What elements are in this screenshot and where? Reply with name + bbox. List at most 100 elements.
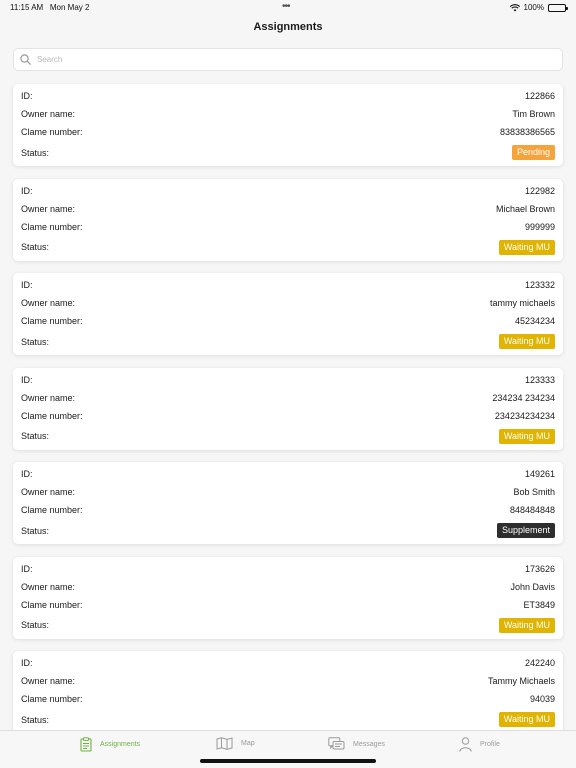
id-label: ID: bbox=[21, 185, 33, 196]
owner-row: Owner name: Tim Brown bbox=[21, 109, 555, 119]
claim-value: 234234234234 bbox=[494, 410, 555, 421]
tab-label: Messages bbox=[353, 740, 385, 748]
claim-label: Clame number: bbox=[21, 599, 83, 610]
home-indicator[interactable] bbox=[200, 759, 376, 763]
search-icon bbox=[20, 54, 31, 65]
claim-label: Clame number: bbox=[21, 505, 83, 515]
map-icon bbox=[216, 737, 233, 750]
page-title: Assignments bbox=[253, 21, 323, 33]
status-row: Status: Waiting MU bbox=[21, 334, 555, 349]
claim-value: 848484848 bbox=[509, 505, 555, 515]
claim-label: Clame number: bbox=[21, 127, 83, 137]
claim-value: 45234234 bbox=[514, 316, 555, 326]
owner-label: Owner name: bbox=[21, 298, 76, 308]
claim-value: 999999 bbox=[524, 221, 555, 232]
id-label: ID: bbox=[21, 91, 33, 101]
tab-bar: Assignments Map Messages Profile bbox=[0, 730, 576, 768]
id-value: 123332 bbox=[524, 280, 555, 290]
owner-value: John Davis bbox=[510, 581, 555, 592]
tab-profile[interactable]: Profile bbox=[459, 737, 500, 752]
id-row: ID: 122866 bbox=[21, 91, 555, 101]
owner-value: tammy michaels bbox=[489, 298, 555, 308]
status-row: Status: Waiting MU bbox=[21, 428, 555, 444]
claim-row: Clame number: 848484848 bbox=[21, 505, 555, 515]
owner-label: Owner name: bbox=[21, 487, 76, 497]
tab-label: Assignments bbox=[100, 741, 141, 748]
assignment-card[interactable]: ID: 149261 Owner name: Bob Smith Clame n… bbox=[13, 462, 563, 544]
status-time: 11:15 AM Mon May 2 bbox=[10, 3, 90, 12]
status-row: Status: Supplement bbox=[21, 523, 555, 538]
claim-row: Clame number: 999999 bbox=[21, 222, 555, 232]
tab-map[interactable]: Map bbox=[216, 737, 255, 750]
status-bar: 11:15 AM Mon May 2 ••• 100% bbox=[0, 0, 576, 16]
multitasking-dots-icon[interactable]: ••• bbox=[282, 1, 290, 12]
messages-icon bbox=[328, 737, 345, 750]
id-value: 123333 bbox=[524, 374, 555, 385]
search-bar[interactable] bbox=[13, 48, 563, 71]
id-label: ID: bbox=[21, 658, 33, 668]
claim-row: Clame number: 94039 bbox=[21, 694, 555, 704]
status-label: Status: bbox=[21, 714, 50, 725]
owner-row: Owner name: Michael Brown bbox=[21, 204, 555, 214]
owner-label: Owner name: bbox=[21, 109, 76, 119]
status-badge: Waiting MU bbox=[498, 617, 555, 633]
status-label: Status: bbox=[21, 525, 50, 536]
status-badge: Waiting MU bbox=[498, 428, 555, 444]
tab-assignments[interactable]: Assignments bbox=[80, 737, 140, 752]
search-input[interactable] bbox=[37, 55, 537, 64]
owner-row: Owner name: John Davis bbox=[21, 582, 555, 592]
tab-label: Map bbox=[241, 740, 255, 747]
clipboard-icon bbox=[80, 737, 92, 752]
assignment-card[interactable]: ID: 242240 Owner name: Tammy Michaels Cl… bbox=[13, 651, 563, 733]
status-label: Status: bbox=[21, 620, 50, 630]
assignment-card[interactable]: ID: 122982 Owner name: Michael Brown Cla… bbox=[13, 178, 563, 261]
tab-messages[interactable]: Messages bbox=[328, 737, 385, 751]
claim-label: Clame number: bbox=[21, 694, 83, 704]
id-label: ID: bbox=[21, 280, 33, 290]
status-row: Status: Pending bbox=[21, 145, 555, 160]
claim-value: 83838386565 bbox=[499, 127, 555, 137]
status-row: Status: Waiting MU bbox=[21, 617, 555, 633]
assignment-list: ID: 122866 Owner name: Tim Brown Clame n… bbox=[13, 84, 563, 746]
status-badge: Pending bbox=[511, 145, 555, 160]
claim-label: Clame number: bbox=[21, 316, 83, 326]
claim-value: ET3849 bbox=[523, 599, 555, 610]
assignment-card[interactable]: ID: 123333 Owner name: 234234 234234 Cla… bbox=[13, 367, 563, 450]
id-label: ID: bbox=[21, 374, 33, 385]
assignment-card[interactable]: ID: 173626 Owner name: John Davis Clame … bbox=[13, 556, 563, 639]
owner-value: Bob Smith bbox=[513, 487, 555, 497]
id-row: ID: 123333 bbox=[21, 375, 555, 385]
battery-icon bbox=[548, 3, 568, 12]
id-value: 122866 bbox=[524, 91, 555, 101]
id-row: ID: 173626 bbox=[21, 564, 555, 574]
owner-row: Owner name: 234234 234234 bbox=[21, 393, 555, 403]
owner-label: Owner name: bbox=[21, 203, 76, 214]
id-value: 242240 bbox=[524, 658, 555, 668]
status-badge: Supplement bbox=[496, 523, 555, 538]
claim-row: Clame number: 83838386565 bbox=[21, 127, 555, 137]
id-value: 173626 bbox=[524, 563, 555, 574]
owner-label: Owner name: bbox=[21, 392, 76, 403]
owner-label: Owner name: bbox=[21, 581, 76, 592]
status-badge: Waiting MU bbox=[498, 712, 555, 727]
owner-value: Tim Brown bbox=[512, 109, 555, 119]
status-label: Status: bbox=[21, 147, 50, 158]
id-value: 122982 bbox=[524, 185, 555, 196]
owner-row: Owner name: tammy michaels bbox=[21, 298, 555, 308]
owner-value: Tammy Michaels bbox=[487, 676, 555, 686]
claim-label: Clame number: bbox=[21, 410, 83, 421]
assignment-card[interactable]: ID: 123332 Owner name: tammy michaels Cl… bbox=[13, 273, 563, 355]
status-badge: Waiting MU bbox=[498, 239, 555, 255]
owner-value: Michael Brown bbox=[495, 203, 555, 214]
id-label: ID: bbox=[21, 469, 33, 479]
status-label: Status: bbox=[21, 336, 50, 347]
tab-label: Profile bbox=[480, 741, 500, 748]
status-label: Status: bbox=[21, 242, 50, 252]
status-right: 100% bbox=[509, 3, 568, 12]
status-badge: Waiting MU bbox=[498, 334, 555, 349]
owner-row: Owner name: Tammy Michaels bbox=[21, 676, 555, 686]
status-label: Status: bbox=[21, 431, 50, 441]
assignment-card[interactable]: ID: 122866 Owner name: Tim Brown Clame n… bbox=[13, 84, 563, 166]
owner-label: Owner name: bbox=[21, 676, 76, 686]
id-row: ID: 242240 bbox=[21, 658, 555, 668]
